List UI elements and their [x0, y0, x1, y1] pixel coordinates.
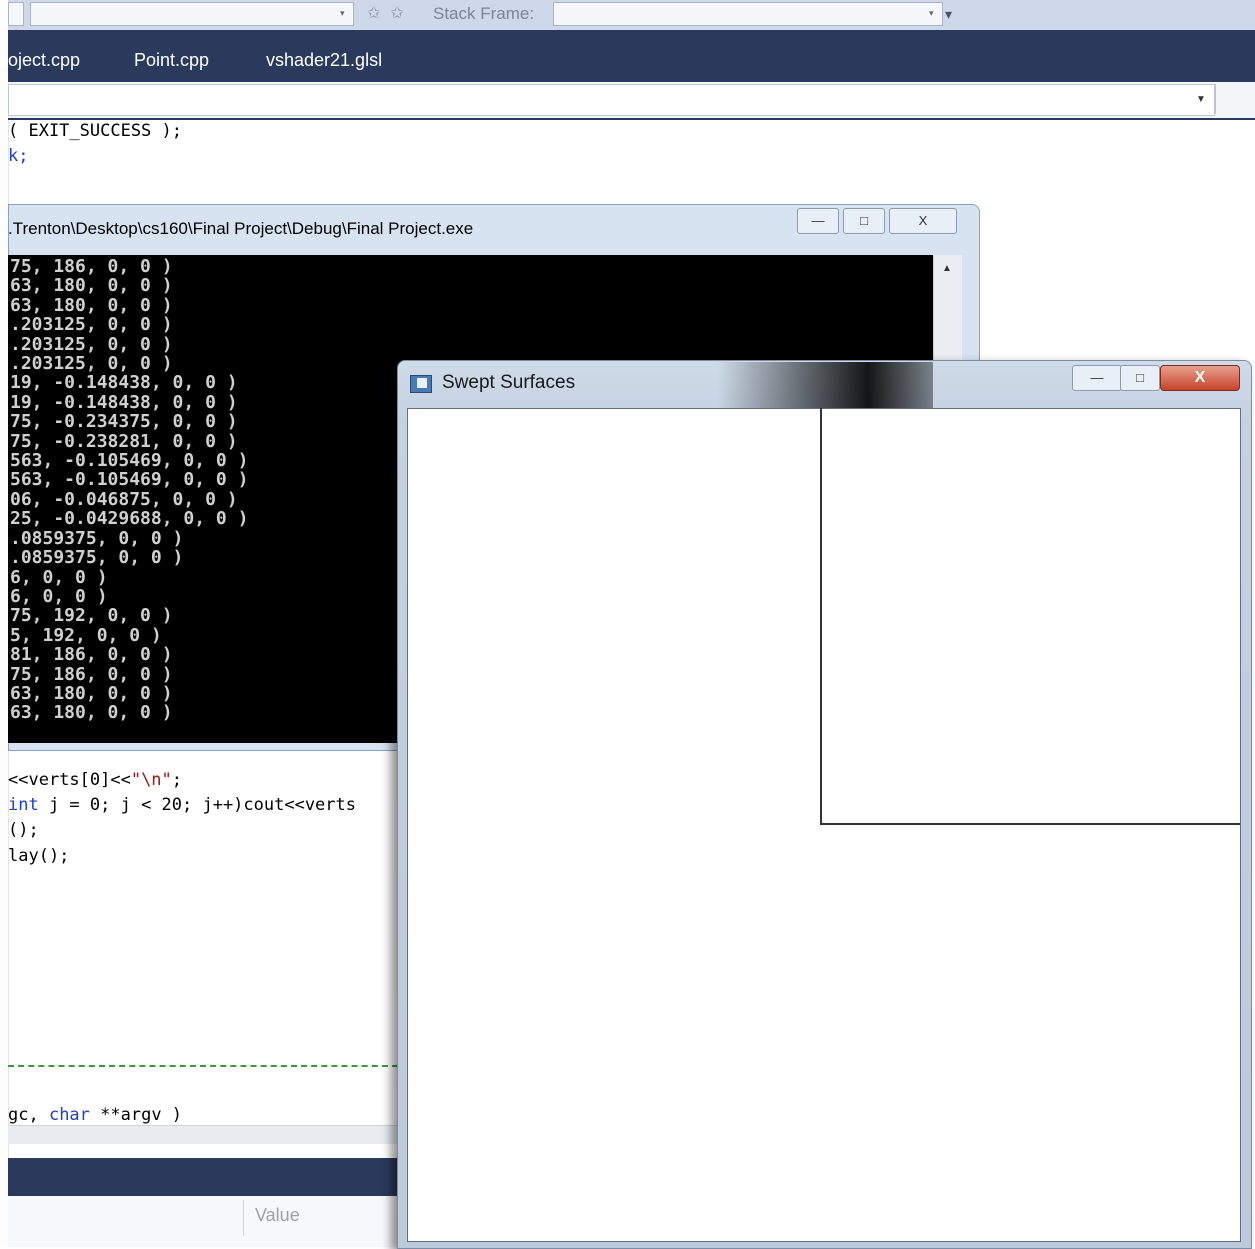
maximize-icon: □	[1136, 370, 1144, 385]
console-maximize-button[interactable]: □	[843, 208, 885, 234]
console-line: 25, -0.0429688, 0, 0 )	[10, 508, 249, 530]
nav-separator	[1215, 84, 1216, 114]
maximize-button[interactable]: □	[1120, 365, 1160, 391]
code-line-cout-verts[interactable]: <<verts[0]<<"\n";	[8, 770, 182, 790]
thread-flag-icons[interactable]: ✩✩	[367, 3, 414, 23]
column-divider[interactable]	[243, 1200, 244, 1236]
console-line: .203125, 0, 0 )	[10, 353, 173, 375]
console-line: .203125, 0, 0 )	[10, 314, 173, 336]
code-line-display[interactable]: lay();	[8, 846, 69, 866]
console-line: 19, -0.148438, 0, 0 )	[10, 372, 238, 394]
close-icon: X	[1194, 369, 1206, 386]
member-combo[interactable]	[8, 84, 1215, 116]
console-line: 6, 0, 0 )	[10, 585, 108, 607]
console-line: 63, 180, 0, 0 )	[10, 275, 173, 297]
console-line: 5, 192, 0, 0 )	[10, 624, 162, 646]
console-line: 563, -0.105469, 0, 0 )	[10, 450, 249, 472]
console-title: .Trenton\Desktop\cs160\Final Project\Deb…	[8, 219, 474, 238]
console-line: 75, 186, 0, 0 )	[10, 256, 173, 277]
console-line: 75, 186, 0, 0 )	[10, 663, 173, 685]
tab-object-cpp[interactable]: oject.cpp	[8, 50, 80, 71]
editor-horizontal-scrollbar[interactable]	[8, 1125, 398, 1144]
scroll-up-icon[interactable]: ▲	[942, 263, 952, 274]
stack-frame-combo[interactable]	[553, 2, 943, 26]
toolbar-overflow-icon[interactable]: ▾	[945, 6, 952, 23]
console-line: 75, -0.238281, 0, 0 )	[10, 430, 238, 452]
viewport-quadrant	[820, 408, 1240, 825]
chevron-down-icon[interactable]: ▾	[340, 8, 345, 19]
chevron-down-icon[interactable]: ▾	[929, 8, 934, 19]
console-close-button[interactable]: X	[889, 208, 957, 234]
tab-vshader21-glsl[interactable]: vshader21.glsl	[266, 50, 382, 71]
value-column-header[interactable]: Value	[255, 1205, 300, 1226]
locals-panel-body	[8, 1196, 400, 1247]
console-output-text: 75, 186, 0, 0 ) 63, 180, 0, 0 ) 63, 180, 0…	[10, 257, 248, 723]
code-line-call[interactable]: ();	[8, 820, 39, 840]
code-line-for-loop[interactable]: int j = 0; j < 20; j++)cout<<verts	[8, 795, 356, 815]
process-combo[interactable]	[30, 2, 354, 26]
code-line-break[interactable]: k;	[8, 146, 28, 166]
console-line: 6, 0, 0 )	[10, 566, 108, 588]
console-line: 63, 180, 0, 0 )	[10, 702, 173, 724]
stack-frame-label: Stack Frame:	[433, 4, 535, 23]
console-line: 06, -0.046875, 0, 0 )	[10, 488, 238, 510]
maximize-icon: □	[860, 213, 868, 228]
console-line: 81, 186, 0, 0 )	[10, 644, 173, 666]
console-minimize-button[interactable]: —	[797, 208, 839, 234]
tab-point-cpp[interactable]: Point.cpp	[134, 50, 209, 71]
toolbar-field-left-cut[interactable]	[8, 2, 24, 26]
chevron-down-icon[interactable]: ▼	[1196, 94, 1206, 105]
close-button[interactable]: X	[1160, 365, 1240, 391]
code-line-main-signature[interactable]: gc, char **argv )	[8, 1105, 182, 1125]
console-line: .0859375, 0, 0 )	[10, 527, 184, 549]
console-line: 63, 180, 0, 0 )	[10, 682, 173, 704]
minimize-icon: —	[1090, 370, 1104, 385]
console-line: .203125, 0, 0 )	[10, 333, 173, 355]
function-separator	[8, 1065, 398, 1067]
locals-panel-header	[8, 1158, 400, 1196]
code-line-exit[interactable]: ( EXIT_SUCCESS );	[8, 121, 182, 141]
close-icon: X	[918, 213, 928, 228]
minimize-button[interactable]: —	[1072, 365, 1122, 391]
window-title: Swept Surfaces	[442, 372, 576, 393]
console-line: 63, 180, 0, 0 )	[10, 294, 173, 316]
minimize-icon: —	[811, 213, 825, 228]
console-line: 19, -0.148438, 0, 0 )	[10, 391, 238, 413]
console-line: 563, -0.105469, 0, 0 )	[10, 469, 249, 491]
console-line: 75, 192, 0, 0 )	[10, 605, 173, 627]
console-line: .0859375, 0, 0 )	[10, 547, 184, 569]
app-icon-inner	[417, 378, 427, 388]
console-line: 75, -0.234375, 0, 0 )	[10, 411, 238, 433]
